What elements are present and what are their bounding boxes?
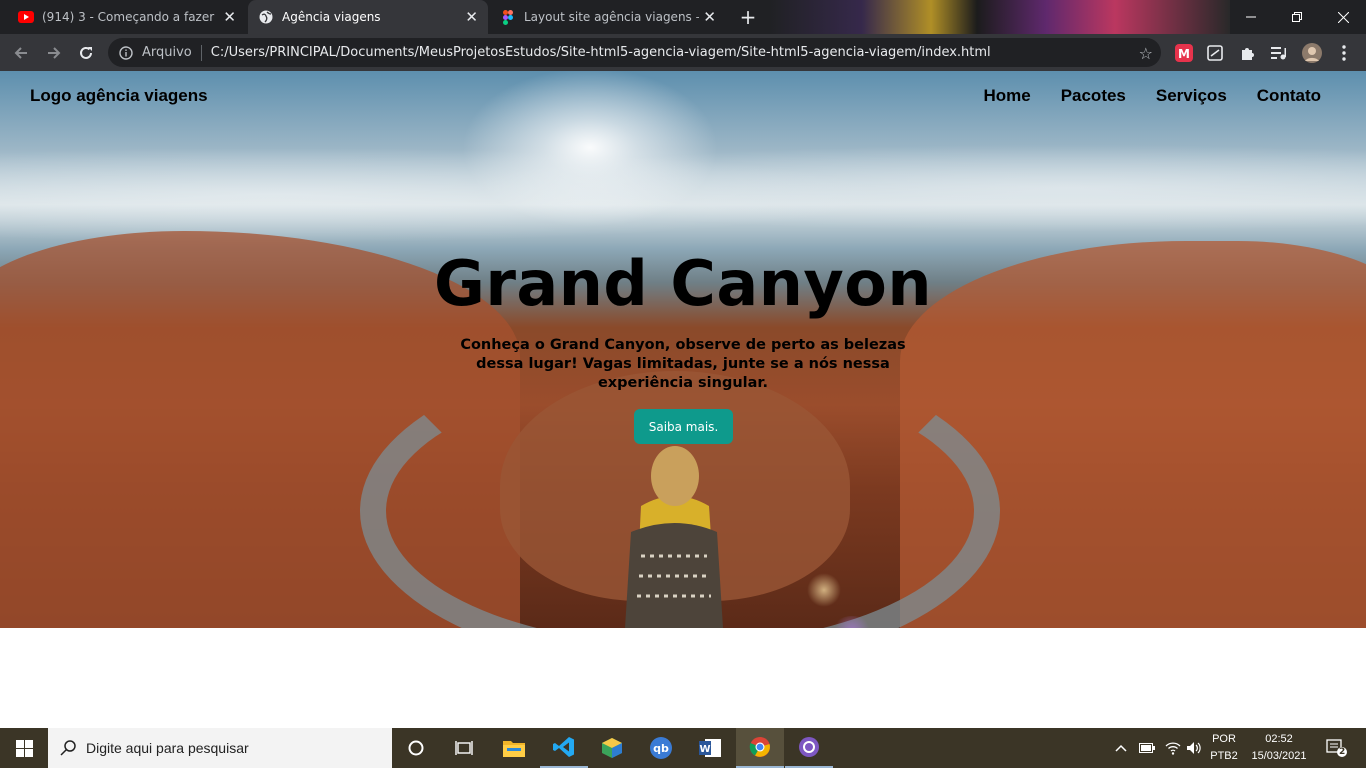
- media-queue-icon[interactable]: [1269, 43, 1289, 63]
- qbittorrent-icon[interactable]: qb: [637, 728, 685, 768]
- vscode-icon[interactable]: [540, 728, 588, 768]
- volume-icon[interactable]: [1186, 728, 1202, 768]
- reload-icon: [80, 46, 92, 59]
- chrome-icon[interactable]: [736, 728, 784, 768]
- reload-button[interactable]: [74, 41, 98, 65]
- tab-title: Layout site agência viagens – Figma: [524, 10, 699, 24]
- minimize-icon: [1246, 16, 1256, 18]
- search-placeholder: Digite aqui para pesquisar: [86, 740, 249, 756]
- language-code: POR: [1212, 733, 1236, 745]
- taskbar-search-box[interactable]: Digite aqui para pesquisar: [48, 728, 392, 768]
- saiba-mais-button[interactable]: Saiba mais.: [634, 409, 733, 444]
- bookmark-star-icon[interactable]: ☆: [1139, 44, 1153, 63]
- tab-title: Agência viagens: [282, 10, 381, 24]
- menu-item-contato[interactable]: Contato: [1257, 86, 1321, 106]
- action-center-button[interactable]: 2: [1322, 728, 1352, 768]
- close-tab-icon[interactable]: ✕: [465, 8, 478, 26]
- page-viewport: Logo agência viagens Home Pacotes Serviç…: [0, 71, 1366, 728]
- svg-text:qb: qb: [653, 742, 669, 755]
- hero-section: Logo agência viagens Home Pacotes Serviç…: [0, 71, 1366, 628]
- address-bar[interactable]: Arquivo C:/Users/PRINCIPAL/Documents/Meu…: [108, 38, 1161, 67]
- show-hidden-icons-button[interactable]: [1115, 728, 1127, 768]
- restore-button[interactable]: [1274, 0, 1320, 34]
- file-explorer-icon[interactable]: [490, 728, 538, 768]
- arrow-left-icon: [14, 47, 27, 59]
- input-language-indicator[interactable]: POR PTB2: [1206, 731, 1242, 765]
- svg-text:W: W: [699, 744, 710, 755]
- info-icon[interactable]: [118, 45, 134, 61]
- windows-taskbar: Digite aqui para pesquisar qb W POR PTB2: [0, 728, 1366, 768]
- notification-count: 2: [1339, 747, 1346, 757]
- restore-icon: [1292, 12, 1302, 22]
- clock-date: 15/03/2021: [1251, 750, 1307, 762]
- taskbar-clock[interactable]: 02:52 15/03/2021: [1244, 731, 1314, 765]
- windows-logo-icon: [15, 739, 33, 757]
- arrow-right-icon: [48, 47, 61, 59]
- zotero-icon[interactable]: [1205, 43, 1225, 63]
- hero-traveler-figure: [625, 446, 723, 628]
- start-button[interactable]: [0, 728, 48, 768]
- main-menu: Home Pacotes Serviços Contato: [983, 86, 1321, 106]
- hero-lens-flare: [807, 573, 841, 607]
- browser-tab-youtube[interactable]: (914) 3 - Começando a fazer sites ✕: [8, 0, 246, 34]
- mendeley-icon[interactable]: M: [1174, 43, 1194, 63]
- keyboard-layout: PTB2: [1210, 750, 1238, 762]
- site-header: Logo agência viagens Home Pacotes Serviç…: [0, 71, 1366, 121]
- browser-theme-art: [770, 0, 1230, 34]
- browser-tab-strip: (914) 3 - Começando a fazer sites ✕ Agên…: [0, 0, 1366, 34]
- chevron-up-icon: [1115, 744, 1127, 752]
- hero-title: Grand Canyon: [433, 247, 933, 320]
- github-desktop-icon[interactable]: [785, 728, 833, 768]
- menu-item-home[interactable]: Home: [983, 86, 1030, 106]
- cortana-icon[interactable]: [392, 728, 440, 768]
- search-icon: [60, 740, 76, 756]
- task-view-icon[interactable]: [440, 728, 488, 768]
- browser-tab-figma[interactable]: Layout site agência viagens – Figma ✕: [490, 0, 726, 34]
- chrome-menu-icon[interactable]: [1334, 43, 1354, 63]
- close-window-button[interactable]: [1320, 0, 1366, 34]
- word-icon[interactable]: W: [686, 728, 734, 768]
- hero-clouds: [0, 111, 1366, 251]
- close-tab-icon[interactable]: ✕: [223, 8, 236, 26]
- url-text[interactable]: C:/Users/PRINCIPAL/Documents/MeusProjeto…: [211, 45, 991, 60]
- close-icon: [1337, 11, 1349, 23]
- back-button[interactable]: [9, 41, 33, 65]
- hero-description: Conheça o Grand Canyon, observe de perto…: [460, 337, 906, 391]
- clock-time: 02:52: [1265, 733, 1293, 745]
- globe-icon: [258, 9, 274, 25]
- new-tab-button[interactable]: +: [737, 5, 759, 29]
- svg-text:M: M: [1178, 47, 1190, 61]
- browser-tab-agencia[interactable]: Agência viagens ✕: [248, 0, 488, 34]
- puzzle-icon[interactable]: [1237, 43, 1257, 63]
- minimize-button[interactable]: [1228, 0, 1274, 34]
- browser-toolbar: Arquivo C:/Users/PRINCIPAL/Documents/Meu…: [0, 34, 1366, 71]
- youtube-icon: [18, 9, 34, 25]
- battery-icon[interactable]: [1139, 728, 1155, 768]
- tab-title: (914) 3 - Começando a fazer sites: [42, 10, 217, 24]
- menu-item-servicos[interactable]: Serviços: [1156, 86, 1227, 106]
- close-tab-icon[interactable]: ✕: [703, 8, 716, 26]
- security-label: Arquivo: [142, 45, 192, 60]
- menu-item-pacotes[interactable]: Pacotes: [1061, 86, 1126, 106]
- app-cube-icon[interactable]: [588, 728, 636, 768]
- forward-button[interactable]: [42, 41, 66, 65]
- wifi-icon[interactable]: [1165, 728, 1181, 768]
- site-logo[interactable]: Logo agência viagens: [30, 86, 208, 106]
- omnibox-divider: [200, 44, 202, 61]
- profile-avatar[interactable]: [1302, 43, 1322, 63]
- figma-icon: [500, 9, 516, 25]
